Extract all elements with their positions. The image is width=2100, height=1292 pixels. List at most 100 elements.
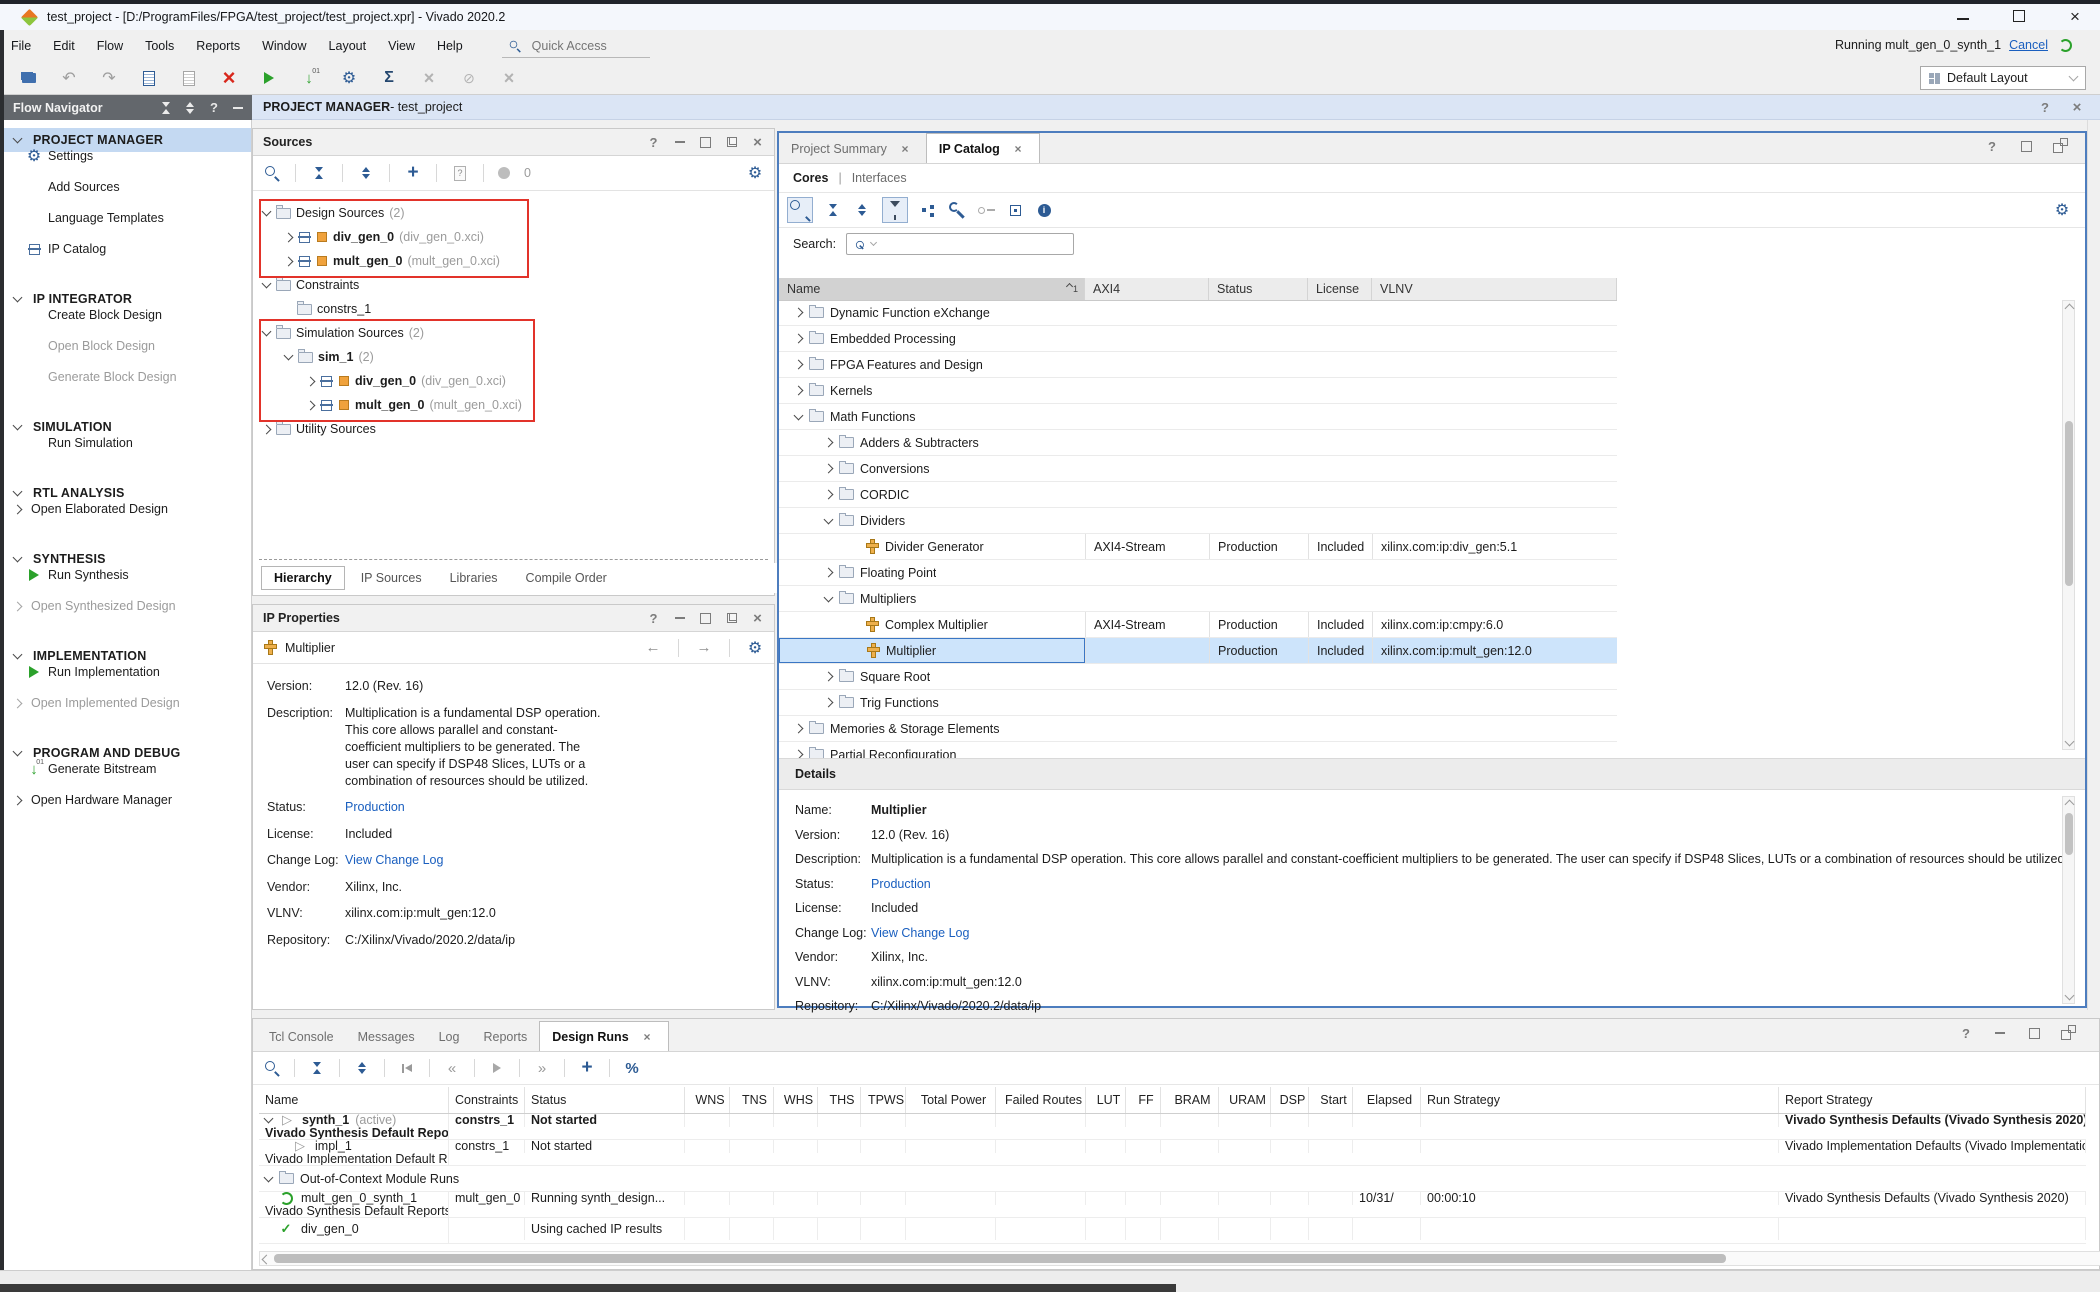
tree-item-Simulation Sources[interactable]: Simulation Sources (2)	[253, 321, 774, 345]
chevron-right-icon[interactable]	[794, 360, 804, 370]
sidebar-item-open-elaborated-design[interactable]: Open Elaborated Design	[4, 497, 251, 521]
run-progress-icon[interactable]	[623, 1059, 641, 1077]
paste-icon[interactable]	[180, 69, 198, 87]
property-value[interactable]: View Change Log	[345, 852, 607, 869]
chevron-down-icon[interactable]	[13, 134, 23, 144]
expand-all-icon[interactable]	[184, 102, 196, 114]
tab-hierarchy[interactable]: Hierarchy	[261, 566, 345, 590]
sidebar-item-open-block-design[interactable]: Open Block Design	[4, 334, 251, 358]
scrollbar-thumb[interactable]	[2065, 813, 2073, 855]
column-header-ff[interactable]: FF	[1126, 1087, 1161, 1113]
chevron-right-icon[interactable]	[794, 724, 804, 734]
minimize-panel-icon[interactable]	[232, 102, 244, 114]
close-tab-icon[interactable]	[1011, 141, 1025, 155]
settings-gear-icon[interactable]	[340, 69, 358, 87]
details-value[interactable]: View Change Log	[871, 926, 969, 940]
tab-compile-order[interactable]: Compile Order	[514, 567, 619, 589]
customize-ip-icon[interactable]	[948, 201, 966, 219]
sidebar-item-generate-block-design[interactable]: Generate Block Design	[4, 365, 251, 389]
column-header-status[interactable]: Status	[525, 1087, 685, 1113]
scrollbar-thumb[interactable]	[274, 1254, 1726, 1263]
catalog-search-box[interactable]	[846, 233, 1074, 255]
close-tab-icon[interactable]	[639, 1029, 653, 1043]
menu-help[interactable]: Help	[426, 34, 474, 58]
catalog-row-floating-point[interactable]: Floating Point	[779, 560, 1617, 586]
search-icon[interactable]	[263, 1059, 281, 1077]
minimize-panel-icon[interactable]	[673, 136, 686, 149]
filter-icon[interactable]	[882, 197, 908, 223]
search-icon[interactable]	[263, 164, 281, 182]
back-arrow-icon[interactable]	[644, 639, 662, 657]
collapse-all-icon[interactable]	[160, 102, 172, 114]
create-run-icon[interactable]	[578, 1059, 596, 1077]
column-header-report-strategy[interactable]: Report Strategy	[1779, 1087, 2086, 1113]
tree-item-div_gen_0[interactable]: div_gen_0 (div_gen_0.xci)	[253, 369, 774, 393]
chevron-down-icon[interactable]	[262, 327, 272, 337]
disabled-clip-icon[interactable]	[460, 69, 478, 87]
catalog-row-conversions[interactable]: Conversions	[779, 456, 1617, 482]
property-value[interactable]: Production	[345, 799, 607, 816]
chevron-right-icon[interactable]	[262, 424, 272, 434]
design-run-row-synth-1[interactable]: synth_1 (active)constrs_1Not startedViva…	[259, 1114, 2086, 1140]
column-header-dsp[interactable]: DSP	[1271, 1087, 1309, 1113]
chevron-right-icon[interactable]	[284, 256, 294, 266]
collapse-all-icon[interactable]	[824, 201, 842, 219]
tree-item-mult_gen_0[interactable]: mult_gen_0 (mult_gen_0.xci)	[253, 393, 774, 417]
sidebar-item-open-synthesized-design[interactable]: Open Synthesized Design	[4, 594, 251, 618]
column-header-tpws[interactable]: TPWS	[861, 1087, 906, 1113]
chevron-right-icon[interactable]	[13, 601, 23, 611]
sidebar-item-settings[interactable]: Settings	[4, 144, 251, 168]
collapse-all-icon[interactable]	[308, 1059, 326, 1077]
expand-all-icon[interactable]	[357, 164, 375, 182]
catalog-search-input[interactable]	[881, 236, 1065, 252]
sidebar-item-create-block-design[interactable]: Create Block Design	[4, 303, 251, 327]
close-panel-icon[interactable]	[751, 136, 764, 149]
minimize-panel-icon[interactable]	[1991, 1024, 2009, 1042]
column-header-status[interactable]: Status	[1209, 278, 1308, 300]
catalog-row-complex-multiplier[interactable]: Complex MultiplierAXI4-StreamProductionI…	[779, 612, 1617, 638]
tab-reports[interactable]: Reports	[471, 1022, 539, 1051]
catalog-row-embedded-processing[interactable]: Embedded Processing	[779, 326, 1617, 352]
undo-icon[interactable]	[60, 69, 78, 87]
horizontal-scrollbar[interactable]	[259, 1251, 2100, 1266]
report-doc-icon[interactable]	[140, 69, 158, 87]
column-header-total-power[interactable]: Total Power	[906, 1087, 996, 1113]
catalog-vertical-scrollbar[interactable]	[2062, 300, 2075, 750]
chevron-right-icon[interactable]	[824, 438, 834, 448]
help-icon[interactable]	[2036, 98, 2054, 116]
details-vertical-scrollbar[interactable]	[2062, 796, 2075, 1004]
catalog-row-fpga-features-and-design[interactable]: FPGA Features and Design	[779, 352, 1617, 378]
catalog-row-dynamic-function-exchange[interactable]: Dynamic Function eXchange	[779, 300, 1617, 326]
chevron-down-icon[interactable]	[13, 487, 23, 497]
column-header-axi4[interactable]: AXI4	[1085, 278, 1209, 300]
help-icon[interactable]	[1983, 137, 2001, 155]
expand-all-icon[interactable]	[353, 1059, 371, 1077]
menu-layout[interactable]: Layout	[318, 34, 378, 58]
run-icon[interactable]	[260, 69, 278, 87]
close-tab-icon[interactable]	[898, 141, 912, 155]
tab-ip-catalog[interactable]: IP Catalog	[926, 133, 1040, 163]
chevron-down-icon[interactable]	[264, 1172, 274, 1182]
maximize-panel-icon[interactable]	[2017, 137, 2035, 155]
chevron-down-icon[interactable]	[794, 410, 804, 420]
column-header-start[interactable]: Start	[1309, 1087, 1353, 1113]
design-run-row-mult-gen-0-synth-1[interactable]: mult_gen_0_synth_1mult_gen_0Running synt…	[259, 1192, 2086, 1218]
menu-reports[interactable]: Reports	[185, 34, 251, 58]
chevron-right-icon[interactable]	[824, 698, 834, 708]
chevron-right-icon[interactable]	[306, 376, 316, 386]
menu-edit[interactable]: Edit	[42, 34, 86, 58]
add-sources-icon[interactable]	[404, 164, 422, 182]
maximize-panel-icon[interactable]	[699, 136, 712, 149]
details-value[interactable]: Production	[871, 877, 931, 891]
catalog-row-square-root[interactable]: Square Root	[779, 664, 1617, 690]
minimize-window-icon[interactable]	[1950, 9, 1976, 25]
catalog-row-multipliers[interactable]: Multipliers	[779, 586, 1617, 612]
tree-item-div_gen_0[interactable]: div_gen_0 (div_gen_0.xci)	[253, 225, 774, 249]
chevron-down-icon[interactable]	[13, 293, 23, 303]
play-hollow-icon[interactable]	[278, 1114, 296, 1127]
sidebar-item-ip-catalog[interactable]: IP Catalog	[4, 237, 251, 261]
forward-arrow-icon[interactable]	[695, 639, 713, 657]
menu-flow[interactable]: Flow	[86, 34, 134, 58]
play-hollow-icon[interactable]	[291, 1140, 309, 1153]
chevron-down-icon[interactable]	[13, 553, 23, 563]
